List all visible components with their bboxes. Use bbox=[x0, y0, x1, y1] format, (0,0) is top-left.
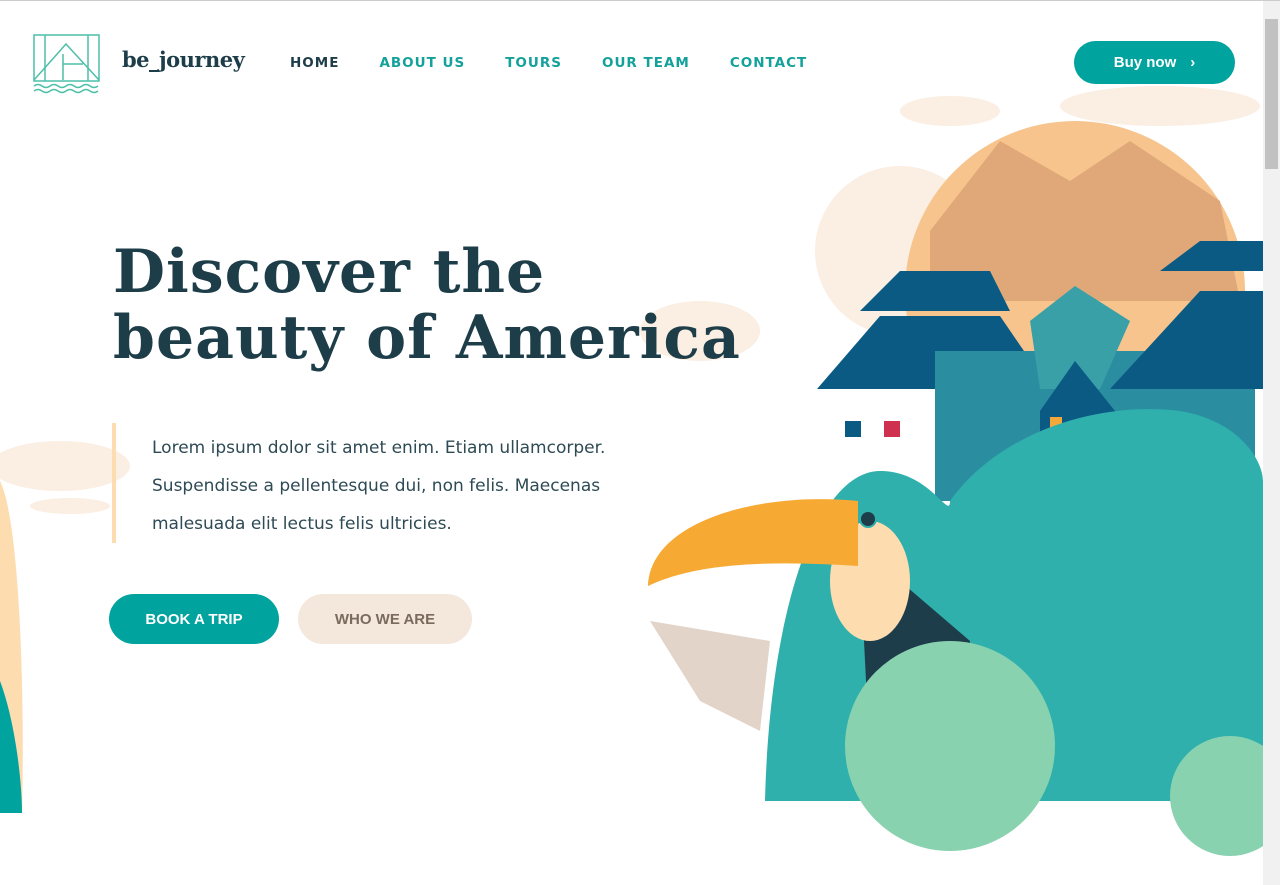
nav-our-team[interactable]: OUR TEAM bbox=[602, 55, 690, 71]
scrollbar-thumb[interactable] bbox=[1265, 19, 1278, 169]
main-nav: HOME ABOUT US TOURS OUR TEAM CONTACT bbox=[290, 55, 847, 71]
buy-now-button[interactable]: Buy now › bbox=[1074, 41, 1235, 84]
who-we-are-button[interactable]: WHO WE ARE bbox=[298, 594, 472, 644]
scrollbar[interactable] bbox=[1263, 1, 1280, 885]
hero-title-line1: Discover the bbox=[113, 237, 546, 307]
nav-about-us[interactable]: ABOUT US bbox=[379, 55, 465, 71]
hero-title: Discover the beauty of America bbox=[113, 239, 741, 371]
hero-title-line2: beauty of America bbox=[113, 303, 741, 373]
logo-icon bbox=[33, 34, 100, 94]
book-trip-button[interactable]: BOOK A TRIP bbox=[109, 594, 279, 644]
hero-description: Lorem ipsum dolor sit amet enim. Etiam u… bbox=[152, 438, 606, 534]
buy-now-label: Buy now bbox=[1113, 54, 1177, 71]
nav-home[interactable]: HOME bbox=[290, 55, 339, 71]
brand-name[interactable]: be_journey bbox=[122, 47, 245, 72]
nav-tours[interactable]: TOURS bbox=[505, 55, 562, 71]
nav-contact[interactable]: CONTACT bbox=[730, 55, 807, 71]
quote-bar bbox=[112, 423, 116, 543]
chevron-right-icon: › bbox=[1190, 54, 1196, 71]
